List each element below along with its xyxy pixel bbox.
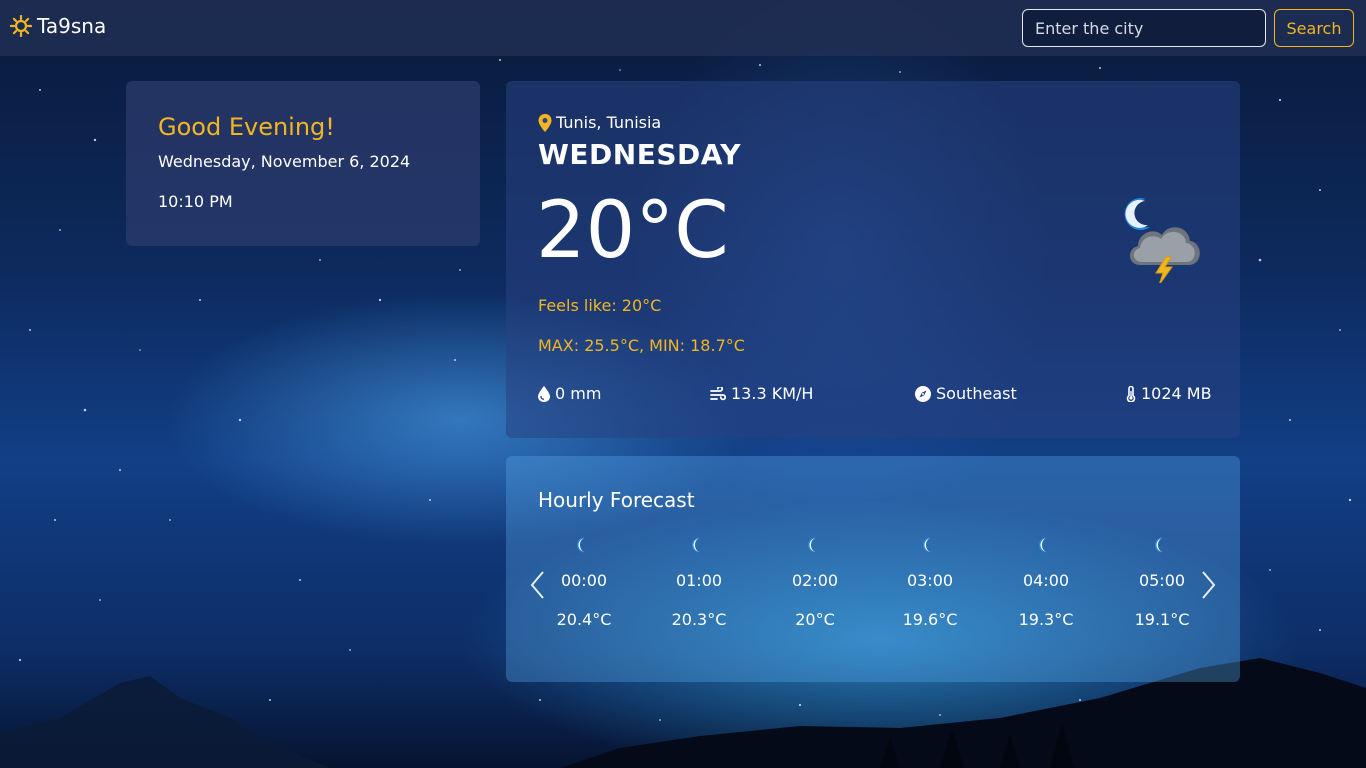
hourly-item: 03:00 19.6°C: [885, 536, 975, 629]
compass-icon: [915, 385, 931, 402]
current-weather-card: Tunis, Tunisia WEDNESDAY 20°C Feels like…: [506, 81, 1240, 438]
moon-icon: [692, 537, 701, 553]
brand-name: Ta9sna: [37, 14, 107, 38]
hourly-item: 02:00 20°C: [770, 536, 860, 629]
hourly-time: 04:00: [1022, 571, 1070, 590]
wind-icon: [710, 386, 726, 400]
wind-speed-stat: 13.3 KM/H: [710, 384, 813, 403]
feels-like: Feels like: 20°C: [538, 296, 662, 315]
hourly-temperature: 19.6°C: [902, 610, 958, 629]
night-thunderstorm-icon: [1124, 198, 1200, 283]
hourly-item: 04:00 19.3°C: [1001, 536, 1091, 629]
current-time: 10:10 PM: [158, 192, 233, 211]
wind-direction-value: Southeast: [936, 384, 1017, 403]
hourly-forecast-card: Hourly Forecast 00:00 20.4°C 01:00 20.3°…: [506, 456, 1240, 682]
hourly-forecast-title: Hourly Forecast: [538, 488, 695, 512]
hourly-temperature: 19.1°C: [1134, 610, 1190, 629]
pressure-stat: 1024 MB: [1126, 384, 1212, 403]
hourly-time: 05:00: [1138, 571, 1186, 590]
moon-icon: [1039, 537, 1048, 553]
hourly-temperature: 20°C: [795, 610, 835, 629]
greeting-text: Good Evening!: [158, 113, 335, 141]
hourly-item: 01:00 20.3°C: [654, 536, 744, 629]
current-temperature: 20°C: [536, 186, 729, 276]
hourly-time: 03:00: [906, 571, 954, 590]
wind-direction-stat: Southeast: [915, 384, 1017, 403]
hourly-temperature: 19.3°C: [1018, 610, 1074, 629]
greeting-card: Good Evening! Wednesday, November 6, 202…: [126, 81, 480, 246]
thermometer-icon: [1126, 385, 1136, 402]
droplet-icon: [538, 385, 550, 402]
moon-icon: [577, 537, 586, 553]
hourly-time: 02:00: [791, 571, 839, 590]
search-button[interactable]: Search: [1274, 9, 1354, 47]
navbar: Ta9sna Search: [0, 0, 1366, 56]
hourly-temperature: 20.4°C: [556, 610, 612, 629]
location-name: Tunis, Tunisia: [556, 113, 662, 132]
current-date: Wednesday, November 6, 2024: [158, 152, 411, 171]
map-pin-icon: [538, 113, 552, 132]
hourly-time: 00:00: [560, 571, 608, 590]
moon-icon: [923, 537, 932, 553]
precipitation-value: 0 mm: [555, 384, 602, 403]
location: Tunis, Tunisia: [538, 113, 661, 132]
hourly-temperature: 20.3°C: [671, 610, 727, 629]
precipitation-stat: 0 mm: [538, 384, 601, 403]
hourly-item: 05:00 19.1°C: [1117, 536, 1207, 629]
max-min-temperature: MAX: 25.5°C, MIN: 18.7°C: [538, 336, 745, 355]
moon-icon: [808, 537, 817, 553]
pressure-value: 1024 MB: [1141, 384, 1212, 403]
brand[interactable]: Ta9sna: [10, 14, 106, 38]
moon-icon: [1155, 537, 1164, 553]
hourly-item: 00:00 20.4°C: [539, 536, 629, 629]
day-of-week: WEDNESDAY: [538, 138, 741, 171]
sun-icon: [10, 15, 32, 37]
wind-speed-value: 13.3 KM/H: [731, 384, 814, 403]
hourly-time: 01:00: [675, 571, 723, 590]
city-search-input[interactable]: [1022, 9, 1266, 47]
